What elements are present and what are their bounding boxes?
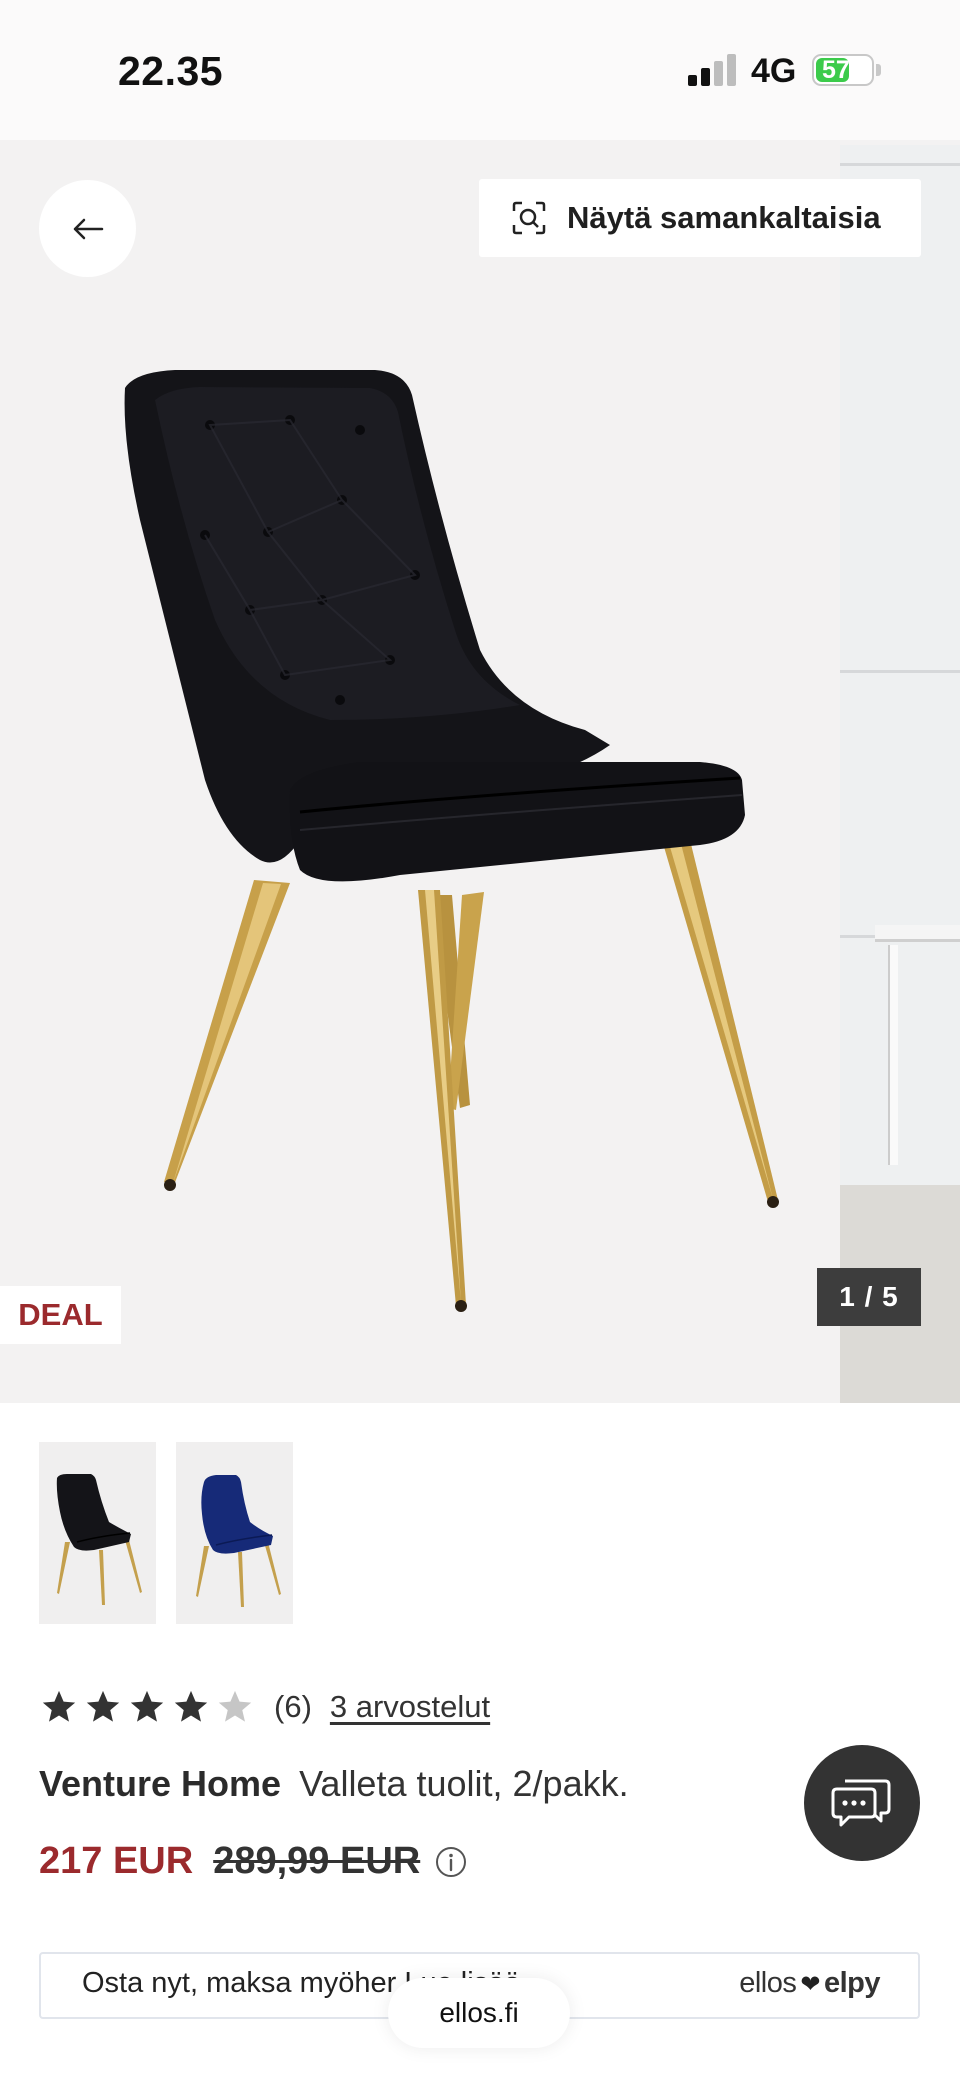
deal-badge: DEAL	[0, 1286, 121, 1344]
battery-icon: 57	[812, 54, 874, 86]
logo-text-ellos: ellos	[739, 1967, 797, 1999]
chat-button[interactable]	[804, 1745, 920, 1861]
star-empty-icon	[218, 1690, 252, 1722]
info-icon[interactable]	[434, 1845, 468, 1879]
network-type: 4G	[751, 52, 797, 90]
battery-level: 57	[822, 56, 850, 84]
product-title: Venture Home Valleta tuolit, 2/pakk.	[39, 1763, 629, 1805]
product-rating: (6) 3 arvostelut	[40, 1682, 490, 1732]
star-icon	[42, 1690, 76, 1722]
black-chair-thumbnail-image	[56, 1474, 142, 1605]
product-image-black-chair	[124, 370, 779, 1312]
cellular-signal-icon	[688, 54, 738, 86]
black-chair-thumbnail[interactable]	[39, 1442, 156, 1624]
browser-url: ellos.fi	[439, 1997, 519, 2028]
image-counter: 1 / 5	[817, 1268, 921, 1326]
heart-icon: ❤	[800, 1971, 820, 1998]
show-similar-label: Näytä samankaltaisia	[567, 200, 881, 235]
battery-tip	[876, 64, 881, 76]
status-bar: 22.35 4G 57	[0, 0, 960, 140]
price-row: 217 EUR 289,99 EUR	[39, 1840, 468, 1883]
bnpl-message: Osta nyt, maksa myöher	[82, 1967, 397, 1999]
chat-icon	[831, 1779, 891, 1827]
ellos-elpy-logo: ellos ❤ elpy	[739, 1967, 880, 2000]
blue-chair-thumbnail[interactable]	[176, 1442, 293, 1624]
status-time: 22.35	[118, 48, 224, 94]
next-product-image	[840, 145, 960, 1403]
deal-badge-label: DEAL	[18, 1297, 103, 1332]
blue-chair-thumbnail-image	[196, 1475, 281, 1607]
rating-count: (6)	[274, 1689, 312, 1724]
back-arrow-icon	[73, 218, 103, 239]
show-similar-button[interactable]: Näytä samankaltaisia	[479, 179, 921, 257]
product-image-gallery[interactable]: Näytä samankaltaisia DEAL 1 / 5	[0, 140, 960, 1403]
star-icon	[130, 1690, 164, 1722]
rating-stars	[40, 1688, 260, 1726]
logo-text-elpy: elpy	[823, 1967, 881, 1999]
visual-search-icon	[512, 201, 546, 235]
reviews-link[interactable]: 3 arvostelut	[330, 1689, 490, 1725]
product-brand: Venture Home	[39, 1763, 282, 1804]
back-button[interactable]	[39, 180, 136, 277]
product-name: Valleta tuolit, 2/pakk.	[299, 1763, 629, 1804]
browser-url-bar[interactable]: ellos.fi	[388, 1978, 570, 2048]
original-price: 289,99 EUR	[213, 1840, 421, 1882]
star-icon	[174, 1690, 208, 1722]
current-price: 217 EUR	[39, 1840, 194, 1882]
star-icon	[86, 1690, 120, 1722]
